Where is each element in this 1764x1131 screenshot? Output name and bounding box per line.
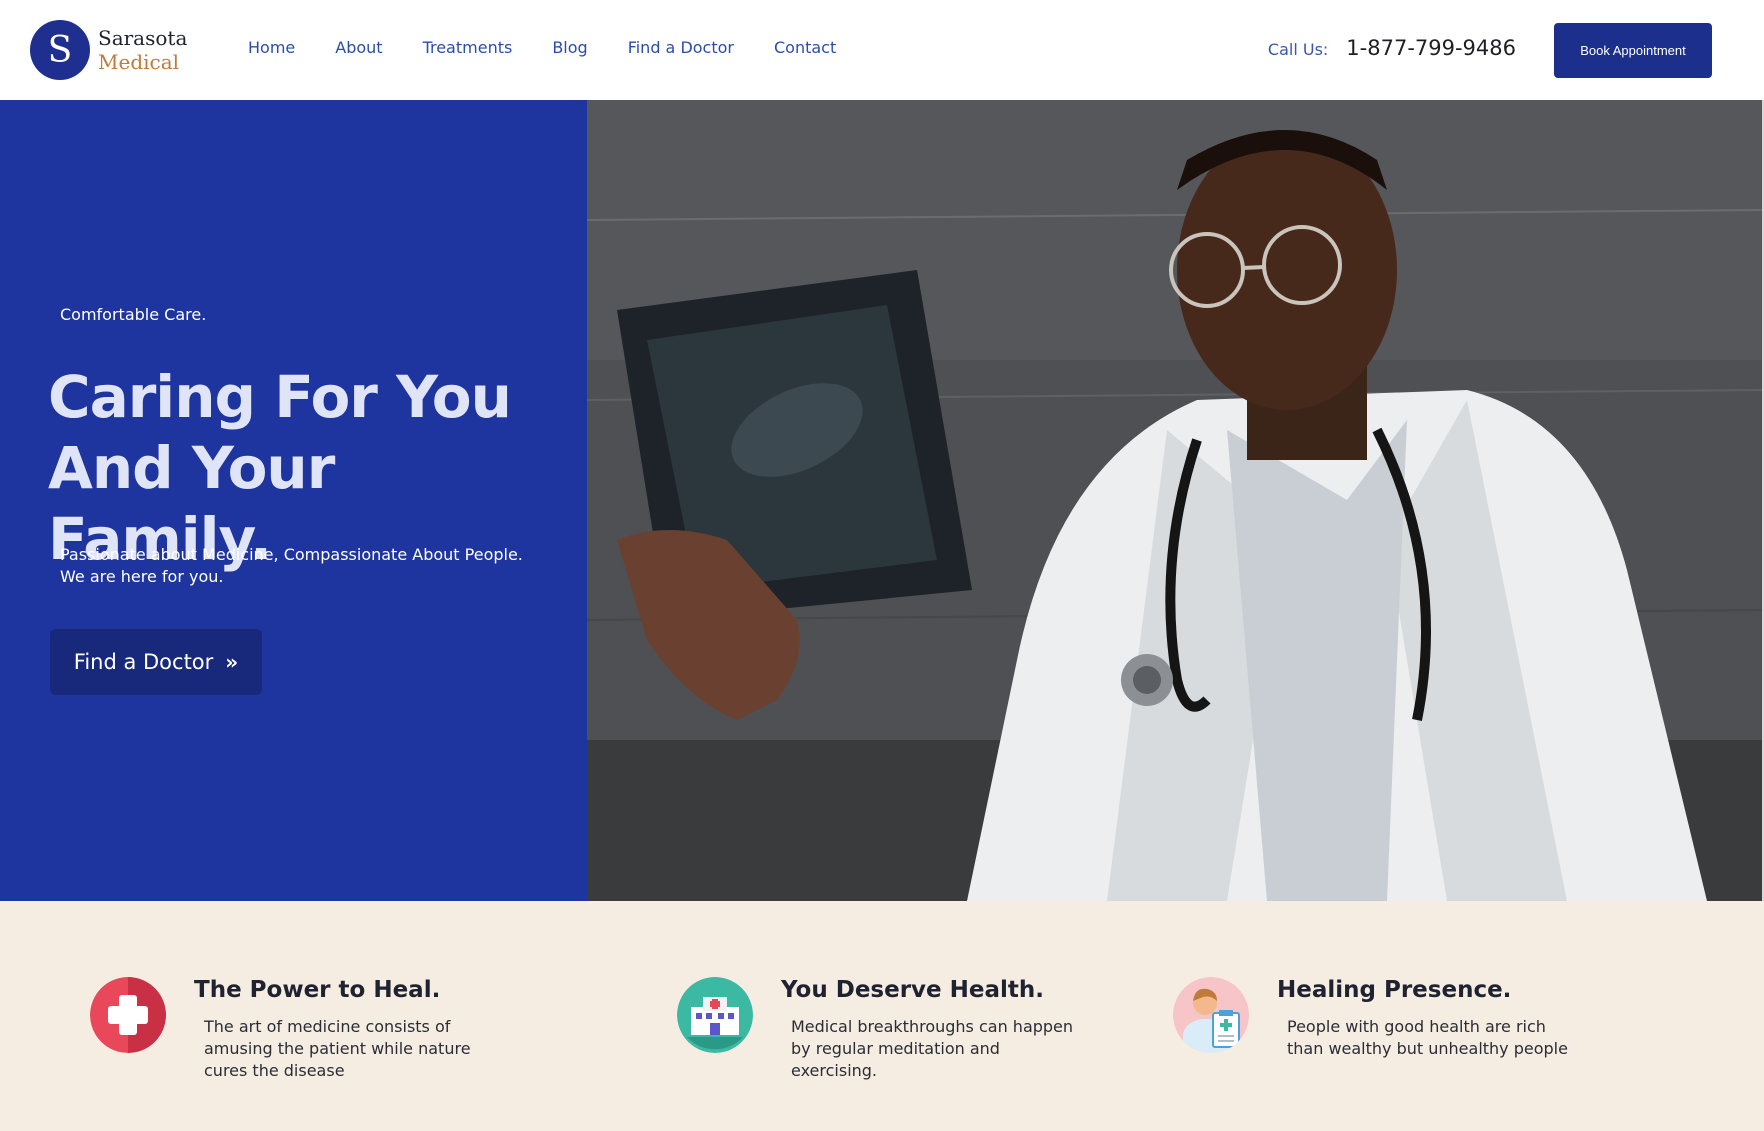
hero-subtitle: Passionate about Medicine, Compassionate…: [60, 545, 523, 586]
nav-link-find-a-doctor[interactable]: Find a Doctor: [628, 38, 734, 57]
nav-link-home[interactable]: Home: [248, 38, 295, 57]
hero-eyebrow: Comfortable Care.: [60, 305, 207, 324]
double-chevron-right-icon: »: [225, 650, 239, 674]
nav-link-about[interactable]: About: [335, 38, 382, 57]
medical-cross-icon: [90, 977, 166, 1053]
feature-title: You Deserve Health.: [781, 977, 1045, 1003]
hero-photo-doctor-xray: [587, 100, 1762, 901]
logo-wordmark: Sarasota Medical: [98, 26, 187, 74]
logo-name-line2: Medical: [98, 50, 180, 74]
feature-title: Healing Presence.: [1277, 977, 1512, 1003]
site-header: S Sarasota Medical Home About Treatments…: [0, 0, 1764, 100]
nav-link-contact[interactable]: Contact: [774, 38, 836, 57]
call-us: Call Us: 1-877-799-9486: [1268, 36, 1516, 60]
logo-badge-icon: S: [30, 20, 90, 80]
feature-text: Medical breakthroughs can happen by regu…: [791, 1017, 1074, 1080]
find-a-doctor-label: Find a Doctor: [73, 650, 214, 674]
find-a-doctor-button[interactable]: Find a Doctor »: [50, 629, 262, 695]
hospital-icon: [677, 977, 753, 1053]
feature-text: People with good health are rich than we…: [1287, 1017, 1568, 1058]
hero-title-line1: Caring For You: [48, 363, 512, 431]
hero-section: Comfortable Care. Caring For You And You…: [0, 100, 1764, 901]
hero-panel: Comfortable Care. Caring For You And You…: [0, 100, 587, 901]
doctor-illustration: [587, 100, 1762, 901]
book-appointment-button[interactable]: Book Appointment: [1554, 23, 1712, 78]
feature-text: The art of medicine consists of amusing …: [204, 1017, 471, 1080]
feature-title: The Power to Heal.: [194, 977, 441, 1003]
call-us-label: Call Us:: [1267, 40, 1329, 59]
logo-name-line1: Sarasota: [98, 26, 188, 50]
nav-link-blog[interactable]: Blog: [552, 38, 587, 57]
brand-logo[interactable]: S Sarasota Medical: [30, 20, 187, 80]
phone-number-link[interactable]: 1-877-799-9486: [1346, 36, 1516, 60]
main-nav: Home About Treatments Blog Find a Doctor…: [248, 38, 876, 57]
features-section: The Power to Heal. The art of medicine c…: [0, 901, 1764, 1131]
nav-link-treatments[interactable]: Treatments: [423, 38, 513, 57]
doctor-clipboard-icon: [1173, 977, 1249, 1053]
